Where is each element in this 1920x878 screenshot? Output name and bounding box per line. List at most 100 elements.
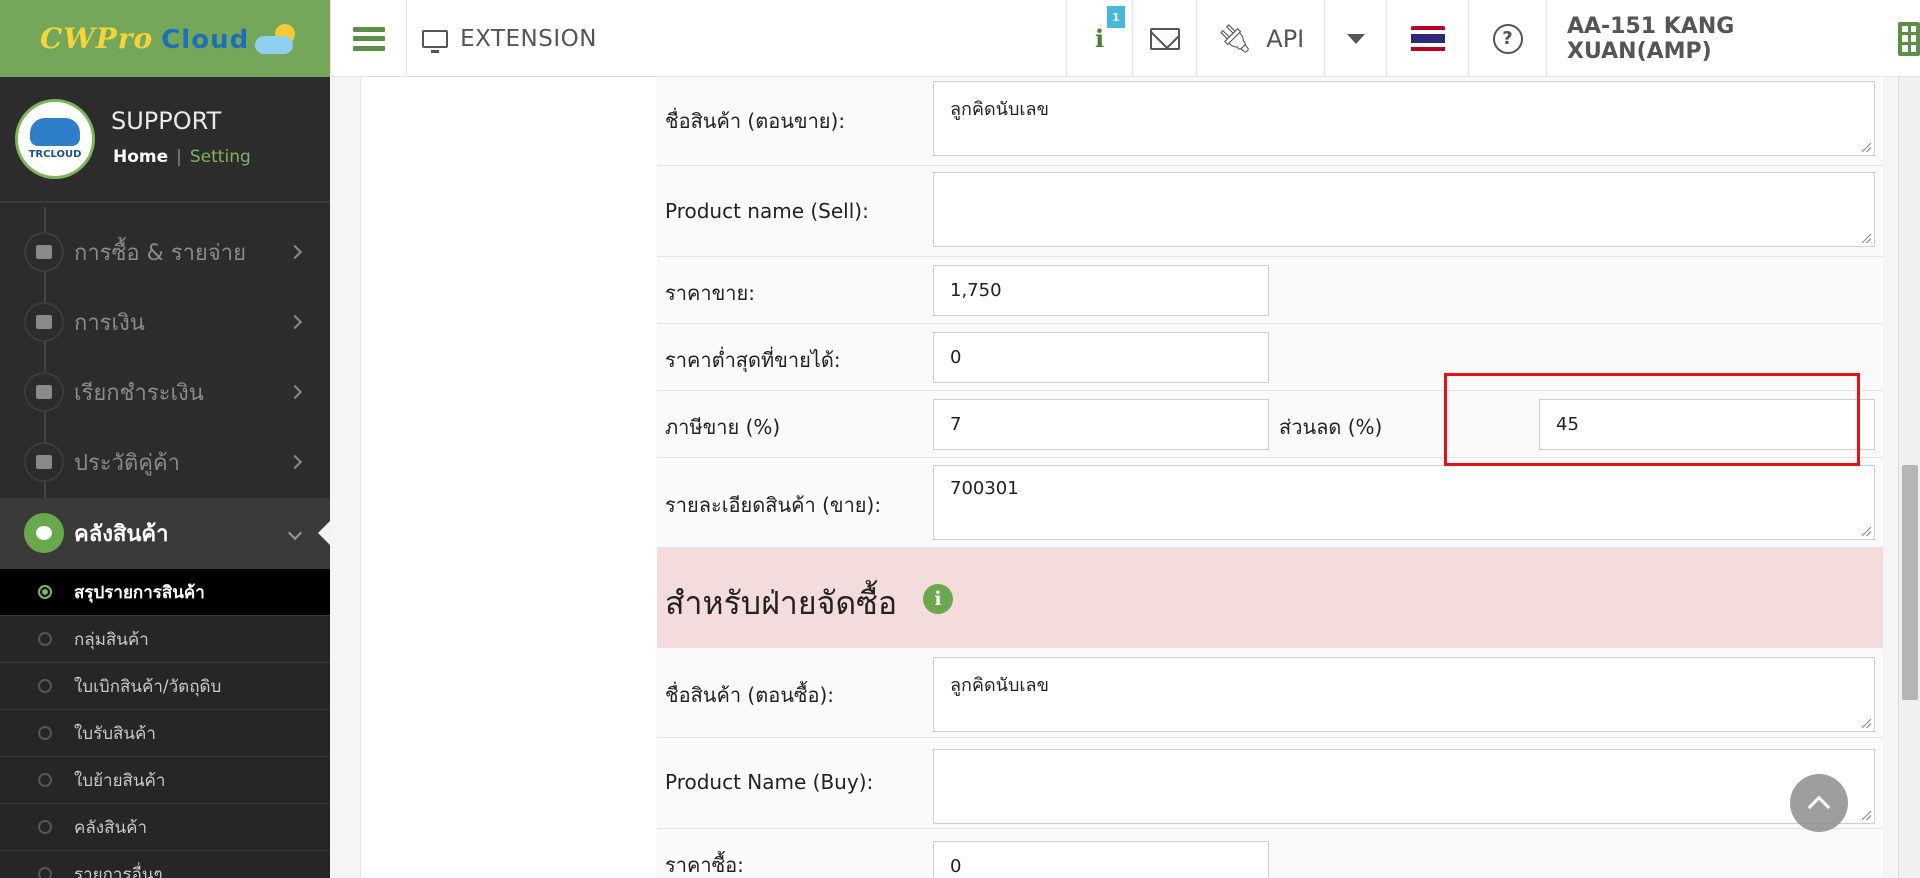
sell-name-en-label: Product name (Sell):: [665, 199, 869, 223]
chevron-right-icon: [287, 384, 303, 400]
sidebar-item-partners[interactable]: ประวัติคู่ค้า: [0, 427, 330, 497]
sidebar-item-label: เรียกชำระเงิน: [74, 380, 204, 406]
monitor-icon: [422, 29, 449, 53]
sell-detail-textarea[interactable]: 700301: [933, 465, 1875, 540]
submenu-label: รายการอื่นๆ: [74, 864, 163, 878]
scrollbar-thumb[interactable]: [1902, 465, 1918, 700]
submenu-label: คลังสินค้า: [74, 817, 148, 838]
scroll-to-top-button[interactable]: [1790, 774, 1848, 832]
sell-price-label: ราคาขาย:: [665, 281, 755, 305]
submenu-item-other[interactable]: รายการอื่นๆ: [0, 850, 330, 878]
sidebar-item-purchase[interactable]: การซื้อ & รายจ่าย: [0, 217, 330, 287]
submenu-label: ใบรับสินค้า: [74, 723, 156, 744]
sell-tax-label: ภาษีขาย (%): [665, 415, 781, 439]
page-scrollbar[interactable]: [1898, 77, 1920, 878]
submenu-item-goods-receipt[interactable]: ใบรับสินค้า: [0, 709, 330, 756]
notification-button[interactable]: i1: [1066, 0, 1132, 77]
form-row-buy-price: ราคาซื้อ:: [657, 829, 1883, 878]
sidebar-item-billing[interactable]: เรียกชำระเงิน: [0, 357, 330, 427]
submenu-item-product-group[interactable]: กลุ่มสินค้า: [0, 615, 330, 662]
api-button[interactable]: 🔌︎ API: [1196, 0, 1324, 77]
sell-name-th-textarea[interactable]: ลูกคิดนับเลข: [933, 81, 1875, 156]
submenu-item-product-summary[interactable]: สรุปรายการสินค้า: [0, 568, 330, 615]
building-icon: [1898, 21, 1920, 56]
api-label: API: [1266, 24, 1305, 53]
sidebar-item-label: การเงิน: [74, 310, 145, 336]
company-selector[interactable]: AA-151 KANG XUAN(AMP): [1546, 0, 1920, 77]
sidebar-item-label: ประวัติคู่ค้า: [74, 450, 181, 476]
discount-highlight-box: [1444, 373, 1860, 466]
buy-name-th-label: ชื่อสินค้า (ตอนซื้อ):: [665, 683, 835, 707]
extension-label: EXTENSION: [460, 25, 597, 52]
buy-name-th-textarea[interactable]: ลูกคิดนับเลข: [933, 657, 1875, 732]
form-row-sell-price: ราคาขาย:: [657, 257, 1883, 324]
cubes-icon: [24, 513, 64, 553]
sidebar-item-finance[interactable]: การเงิน: [0, 287, 330, 357]
credit-card-icon: [24, 372, 64, 412]
submenu-label: สรุปรายการสินค้า: [74, 582, 205, 603]
purchase-section-header: สำหรับฝ่ายจัดซื้อ i: [657, 548, 1883, 648]
profile-name: SUPPORT: [111, 107, 222, 135]
bullet-icon: [38, 773, 52, 787]
sell-tax-input[interactable]: 7: [933, 399, 1269, 450]
extension-button[interactable]: EXTENSION: [406, 0, 612, 77]
app-logo[interactable]: CWPro Cloud: [0, 0, 330, 77]
sell-name-en-textarea[interactable]: [933, 172, 1875, 247]
sidebar-item-label: คลังสินค้า: [74, 521, 169, 547]
discount-label: ส่วนลด (%): [1279, 415, 1383, 439]
help-button[interactable]: ?: [1468, 0, 1546, 77]
bullet-icon: [38, 867, 52, 878]
info-icon: i1: [1095, 6, 1125, 53]
sidebar-item-label: การซื้อ & รายจ่าย: [74, 240, 246, 266]
caret-down-icon: [1346, 33, 1365, 44]
bullet-icon: [38, 679, 52, 693]
chevron-right-icon: [287, 314, 303, 330]
min-price-input[interactable]: 0: [933, 332, 1269, 383]
language-button[interactable]: [1386, 0, 1468, 77]
chevron-up-icon: [1807, 795, 1831, 819]
link-separator: |: [176, 147, 182, 167]
notification-badge: 1: [1106, 6, 1125, 28]
submenu-item-requisition[interactable]: ใบเบิกสินค้า/วัตถุดิบ: [0, 662, 330, 709]
submenu-label: ใบเบิกสินค้า/วัตถุดิบ: [74, 676, 222, 697]
buy-name-en-textarea[interactable]: [933, 749, 1875, 824]
info-circle-icon[interactable]: i: [923, 584, 953, 614]
plug-icon: 🔌︎: [1216, 22, 1253, 55]
question-icon: ?: [1492, 23, 1523, 54]
min-price-label: ราคาต่ำสุดที่ขายได้:: [665, 348, 841, 372]
product-form-panel: ชื่อสินค้า (ตอนขาย): Product name (Sell)…: [360, 77, 1883, 878]
profile-links: Home | Setting: [113, 147, 251, 167]
setting-link[interactable]: Setting: [190, 147, 251, 167]
dropdown-button[interactable]: [1324, 0, 1386, 77]
submenu-item-warehouse[interactable]: คลังสินค้า: [0, 803, 330, 850]
submenu-label: กลุ่มสินค้า: [74, 629, 149, 650]
sell-detail-label: รายละเอียดสินค้า (ขาย):: [665, 493, 882, 517]
cart-icon: [24, 232, 64, 272]
mail-button[interactable]: [1132, 0, 1196, 77]
menu-toggle-button[interactable]: [330, 0, 406, 77]
cloud-icon: [30, 118, 80, 146]
buy-price-input[interactable]: 0: [933, 841, 1269, 878]
sidebar-item-inventory[interactable]: คลังสินค้า: [0, 498, 330, 568]
sell-name-th-label: ชื่อสินค้า (ตอนขาย):: [665, 109, 846, 133]
bullet-icon: [38, 726, 52, 740]
top-bar: CWPro Cloud EXTENSION i1 🔌︎ API ? AA-151 …: [0, 0, 1920, 77]
calendar-icon: [24, 302, 64, 342]
home-link[interactable]: Home: [113, 147, 168, 167]
hamburger-icon: [352, 26, 385, 51]
envelope-icon: [1149, 27, 1180, 50]
chevron-down-icon: [287, 525, 303, 541]
avatar-text: TRCLOUD: [28, 149, 82, 160]
bullet-icon: [38, 820, 52, 834]
thai-flag-icon: [1410, 25, 1445, 52]
address-book-icon: [24, 442, 64, 482]
bullet-icon: [38, 585, 52, 599]
chevron-right-icon: [287, 454, 303, 470]
submenu-item-transfer[interactable]: ใบย้ายสินค้า: [0, 756, 330, 803]
bullet-icon: [38, 632, 52, 646]
avatar[interactable]: TRCLOUD: [15, 99, 95, 179]
sell-price-input[interactable]: 1,750: [933, 265, 1269, 316]
buy-name-en-label: Product Name (Buy):: [665, 770, 874, 794]
company-name: AA-151 KANG XUAN(AMP): [1567, 13, 1735, 64]
purchase-section-title: สำหรับฝ่ายจัดซื้อ: [665, 584, 898, 622]
